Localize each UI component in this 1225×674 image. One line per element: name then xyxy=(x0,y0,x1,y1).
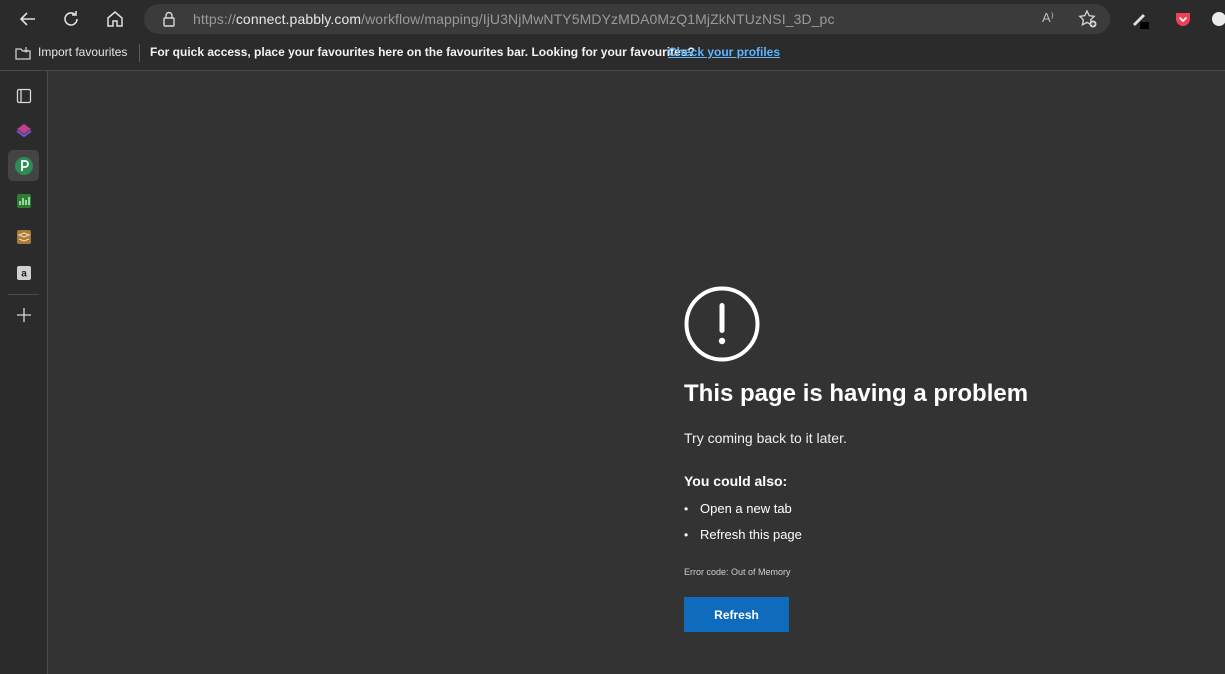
add-icon xyxy=(16,307,31,322)
lock-icon[interactable] xyxy=(160,10,178,28)
read-aloud-icon[interactable]: A⁾ xyxy=(1042,10,1054,26)
amazon-icon: a xyxy=(16,265,31,280)
exclamation-circle-icon xyxy=(684,286,760,362)
sidebar-item-analytics[interactable] xyxy=(8,185,39,216)
sidebar-item-stack-app[interactable] xyxy=(8,221,39,252)
suggestion-refresh-page: Refresh this page xyxy=(684,525,802,551)
profile-icon xyxy=(1212,12,1225,26)
suggestion-open-new-tab: Open a new tab xyxy=(684,499,802,525)
sidebar-item-layers-app[interactable] xyxy=(8,114,39,145)
error-subtitle: Try coming back to it later. xyxy=(684,430,847,446)
home-icon xyxy=(107,11,123,27)
reload-button[interactable] xyxy=(56,4,86,34)
url-host: connect.pabbly.com xyxy=(235,11,362,27)
pabbly-icon xyxy=(14,156,33,175)
favourites-message: For quick access, place your favourites … xyxy=(150,45,695,59)
pocket-icon xyxy=(1176,13,1190,26)
check-profiles-link[interactable]: Check your profiles xyxy=(668,45,780,59)
sidebar-divider xyxy=(8,294,39,295)
sidebar-item-pabbly[interactable] xyxy=(8,150,39,181)
error-page: This page is having a problem Try coming… xyxy=(48,71,1225,674)
extension-button[interactable] xyxy=(1125,4,1155,34)
profile-button[interactable] xyxy=(1204,4,1225,34)
tabs-icon xyxy=(16,88,31,103)
sidebar: a xyxy=(0,71,48,674)
suggestions-heading: You could also: xyxy=(684,473,788,489)
url-scheme: https:// xyxy=(193,11,236,27)
stack-app-icon xyxy=(16,229,31,244)
url-path: /workflow/mapping/IjU3NjMwNTY5MDYzMDA0Mz… xyxy=(361,11,835,27)
error-title: This page is having a problem xyxy=(684,380,1029,407)
layers-app-icon xyxy=(15,123,32,137)
home-button[interactable] xyxy=(100,4,130,34)
analytics-icon xyxy=(16,193,31,208)
address-bar[interactable]: https://connect.pabbly.com/workflow/mapp… xyxy=(144,4,1110,34)
favourites-divider xyxy=(139,44,140,62)
import-favourites-button[interactable]: Import favourites xyxy=(38,45,127,59)
error-code: Error code: Out of Memory xyxy=(684,567,791,577)
reload-icon xyxy=(64,11,78,26)
refresh-button[interactable]: Refresh xyxy=(684,597,789,632)
import-favourites-icon[interactable] xyxy=(14,44,32,62)
add-favourite-icon[interactable] xyxy=(1078,9,1098,29)
pocket-button[interactable] xyxy=(1168,4,1198,34)
suggestions-list: Open a new tab Refresh this page xyxy=(684,499,802,551)
pen-icon xyxy=(1133,14,1149,29)
sidebar-item-tabs[interactable] xyxy=(8,80,39,111)
back-arrow-icon xyxy=(19,12,35,26)
favourites-bar: Import favourites For quick access, plac… xyxy=(0,37,1225,71)
sidebar-add-button[interactable] xyxy=(8,299,39,330)
url-text[interactable]: https://connect.pabbly.com/workflow/mapp… xyxy=(193,11,835,27)
svg-text:a: a xyxy=(21,268,27,279)
back-button[interactable] xyxy=(13,4,43,34)
browser-toolbar: https://connect.pabbly.com/workflow/mapp… xyxy=(0,0,1225,37)
sidebar-item-amazon[interactable]: a xyxy=(8,257,39,288)
